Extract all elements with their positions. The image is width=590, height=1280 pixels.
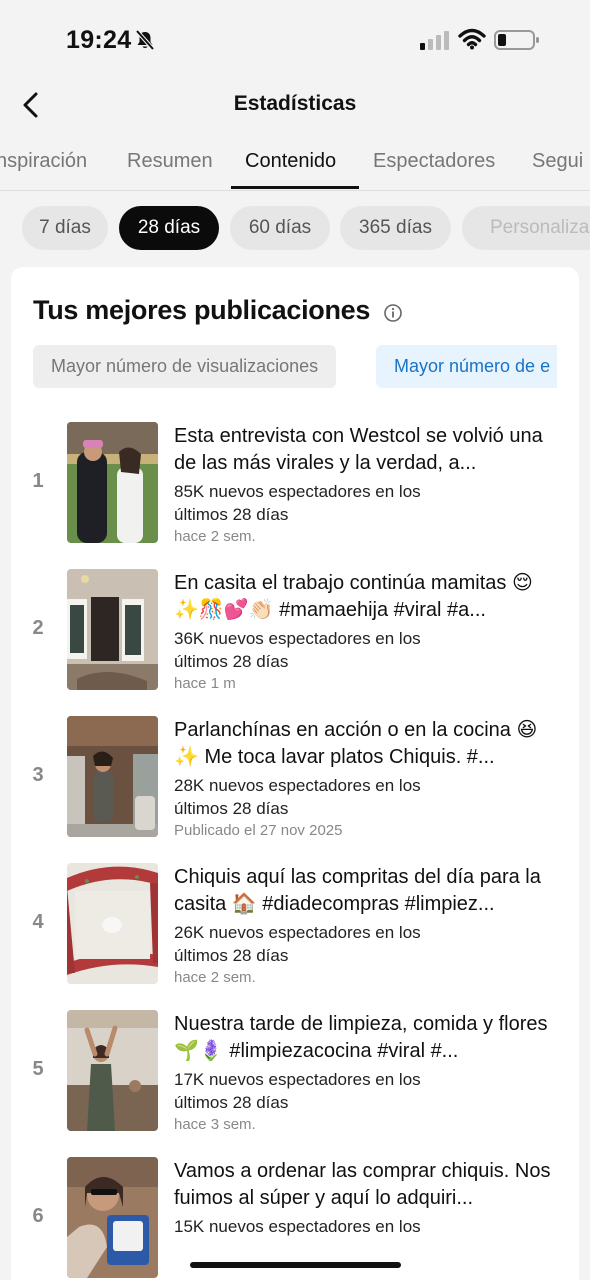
post-title: Vamos a ordenar las comprar chiquis. Nos… [174,1160,551,1209]
post-date: hace 1 m [174,675,236,692]
section-title: Tus mejores publicaciones [33,295,371,325]
list-item[interactable]: 3 Parlanchínas en acción o en la cocina … [11,716,579,856]
filter-most-views[interactable]: Mayor número de visualizaciones [33,345,337,388]
post-viewers: 15K nuevos espectadores en los [174,1217,421,1236]
post-rank: 2 [32,617,44,639]
tab-seguidores[interactable]: Segui [532,150,583,173]
sort-filters: Mayor número de visualizaciones Mayor nú… [33,345,557,389]
header: Estadísticas [0,80,590,130]
tab-espectadores[interactable]: Espectadores [373,150,495,173]
info-icon[interactable] [383,303,403,323]
filter-most-engagement[interactable]: Mayor número de e [376,345,557,388]
page-title: Estadísticas [233,92,357,115]
status-bar: 19:24 [0,0,590,80]
list-item[interactable]: 2 En casita el trabajo continúa mamitas … [11,569,579,709]
chip-28-days[interactable]: 28 días [119,206,219,250]
post-date: hace 2 sem. [174,969,256,986]
post-rank: 3 [32,764,44,786]
post-rank: 4 [32,911,44,933]
post-rank: 5 [32,1058,44,1080]
post-rank: 6 [32,1205,44,1227]
status-time: 19:24 [66,26,132,54]
wifi-icon [458,28,486,50]
chip-365-days[interactable]: 365 días [340,206,451,250]
cellular-signal-icon [420,31,449,50]
post-thumbnail [67,863,158,984]
tab-bar: nspiración Resumen Contenido Espectadore… [0,132,590,191]
tab-inspiracion[interactable]: nspiración [0,150,87,173]
post-viewers: 17K nuevos espectadores en los últimos 2… [174,1070,421,1112]
post-viewers: 36K nuevos espectadores en los últimos 2… [174,629,421,671]
post-thumbnail [67,716,158,837]
chip-7-days[interactable]: 7 días [22,206,108,250]
post-title: Esta entrevista con Westcol se volvió un… [174,425,543,474]
bell-muted-icon [135,29,155,51]
date-range-chips: 7 días 28 días 60 días 365 días Personal… [0,206,590,252]
list-item[interactable]: 4 Chiquis aquí las compritas del día par… [11,863,579,1003]
post-date: hace 2 sem. [174,528,256,545]
post-thumbnail [67,569,158,690]
battery-icon [494,30,539,50]
post-date: Publicado el 27 nov 2025 [174,822,343,839]
post-viewers: 85K nuevos espectadores en los últimos 2… [174,482,421,524]
post-title: En casita el trabajo continúa mamitas 😌✨… [174,572,533,621]
tab-contenido[interactable]: Contenido [245,150,336,173]
post-viewers: 28K nuevos espectadores en los últimos 2… [174,776,421,818]
post-viewers: 26K nuevos espectadores en los últimos 2… [174,923,421,965]
chip-custom[interactable]: Personaliza [462,206,590,250]
post-title: Nuestra tarde de limpieza, comida y flor… [174,1013,548,1062]
chip-60-days[interactable]: 60 días [230,206,330,250]
post-thumbnail [67,422,158,543]
post-title: Chiquis aquí las compritas del día para … [174,866,541,915]
tab-resumen[interactable]: Resumen [127,150,213,173]
post-date: hace 3 sem. [174,1116,256,1133]
post-thumbnail [67,1157,158,1278]
top-posts-card: Tus mejores publicaciones Mayor número d… [11,267,579,1280]
post-title: Parlanchínas en acción o en la cocina 😆✨… [174,719,538,768]
home-indicator[interactable] [190,1262,401,1268]
list-item[interactable]: 1 Esta entrevista con Westcol se volvió … [11,422,579,562]
list-item[interactable]: 5 Nuestra tarde de limpieza, comida y fl… [11,1010,579,1150]
active-tab-indicator [231,186,359,189]
post-rank: 1 [32,470,44,492]
post-thumbnail [67,1010,158,1131]
